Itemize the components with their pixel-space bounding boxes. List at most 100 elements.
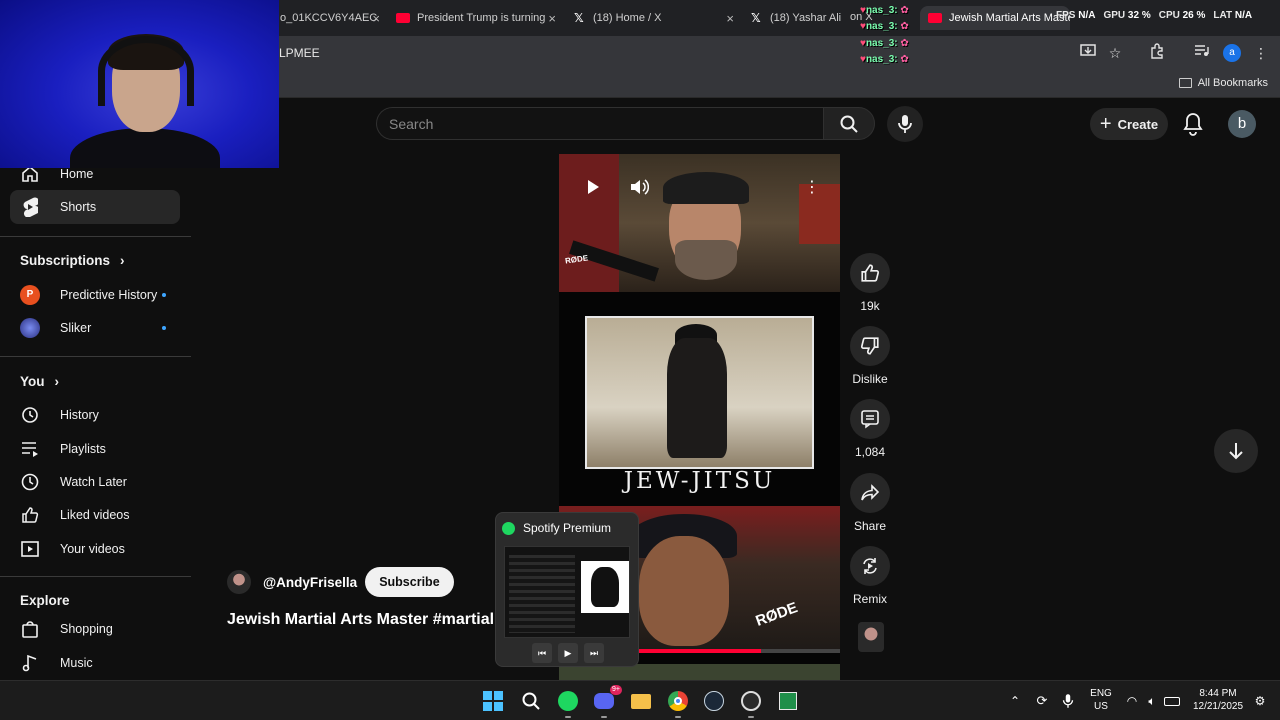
- date-label: 12/21/2025: [1192, 701, 1244, 712]
- thumbs-down-icon[interactable]: [850, 326, 890, 366]
- search-icon[interactable]: [519, 689, 543, 713]
- search-box[interactable]: [376, 107, 823, 140]
- browser-tab[interactable]: 𝕏 (18) Yashar Ali: [751, 6, 846, 30]
- notification-center-icon[interactable]: ⚙: [1248, 689, 1272, 713]
- install-app-icon[interactable]: [1078, 43, 1098, 63]
- sidebar-item-shopping[interactable]: Shopping: [10, 612, 180, 646]
- battery-icon[interactable]: [1160, 689, 1184, 713]
- channel-avatar: P: [20, 285, 40, 305]
- sidebar-item-playlists[interactable]: Playlists: [10, 432, 180, 466]
- play-icon[interactable]: [586, 179, 600, 200]
- language-indicator[interactable]: ENG US: [1086, 687, 1116, 713]
- subscribe-button[interactable]: Subscribe: [365, 567, 454, 597]
- dislike-action[interactable]: Dislike: [850, 326, 890, 386]
- sidebar-item-liked-videos[interactable]: Liked videos: [10, 498, 180, 532]
- window-thumbnail[interactable]: [504, 546, 630, 638]
- sidebar-item-channel[interactable]: P Predictive History: [10, 278, 180, 312]
- sidebar-item-music[interactable]: Music: [10, 646, 180, 680]
- stat-value: N/A: [1234, 10, 1253, 21]
- sidebar-item-history[interactable]: History: [10, 398, 180, 432]
- like-count: 19k: [860, 299, 880, 313]
- spotify-icon: [502, 521, 515, 535]
- voice-search-button[interactable]: [887, 106, 923, 142]
- channel-avatar[interactable]: [227, 570, 251, 594]
- all-bookmarks-button[interactable]: All Bookmarks: [1178, 77, 1268, 89]
- notifications-bell-icon[interactable]: [1182, 112, 1204, 136]
- app-icon[interactable]: [776, 689, 800, 713]
- file-explorer-icon[interactable]: [629, 689, 653, 713]
- your-videos-icon: [20, 539, 40, 559]
- sidebar-item-channel[interactable]: Sliker: [10, 311, 180, 345]
- play-icon[interactable]: ▶: [558, 643, 578, 663]
- browser-tab[interactable]: President Trump is turning ×: [396, 6, 556, 30]
- profile-avatar[interactable]: a: [1222, 43, 1242, 63]
- comments-action[interactable]: 1,084: [850, 399, 890, 459]
- like-action[interactable]: 19k: [850, 253, 890, 313]
- folder-icon: [1178, 78, 1192, 88]
- shorts-icon: [20, 197, 40, 217]
- sidebar-item-label: Watch Later: [60, 475, 127, 489]
- subscriptions-header[interactable]: Subscriptions ›: [20, 253, 125, 268]
- remix-icon[interactable]: [850, 546, 890, 586]
- remix-action[interactable]: Remix: [850, 546, 890, 606]
- you-header[interactable]: You ›: [20, 374, 59, 389]
- dislike-label: Dislike: [852, 372, 888, 386]
- close-icon[interactable]: ×: [726, 11, 734, 26]
- sound-source-thumbnail[interactable]: [858, 622, 884, 652]
- spotify-icon[interactable]: [556, 689, 580, 718]
- previous-track-icon[interactable]: ⏮: [532, 643, 552, 663]
- discord-icon[interactable]: 9+: [592, 685, 622, 718]
- search-button[interactable]: [823, 107, 875, 140]
- sidebar-item-your-videos[interactable]: Your videos: [10, 532, 180, 566]
- time-label: 8:44 PM: [1199, 688, 1237, 699]
- start-windows-icon[interactable]: [481, 689, 505, 713]
- tab-label: (18) Yashar Ali: [770, 12, 842, 24]
- clock[interactable]: 8:44 PM 12/21/2025: [1188, 687, 1248, 713]
- browser-tab[interactable]: 𝕏 (18) Home / X ×: [574, 6, 734, 30]
- sync-icon[interactable]: ⟳: [1030, 689, 1054, 713]
- account-avatar[interactable]: b: [1228, 110, 1256, 138]
- channel-avatar: [20, 318, 40, 338]
- browser-tab[interactable]: o_01KCCV6Y4AEC ×: [280, 6, 380, 30]
- emoji-icon: ✿: [900, 21, 909, 33]
- close-icon[interactable]: ×: [548, 11, 556, 26]
- steam-icon[interactable]: [702, 689, 726, 713]
- emoji-icon: ✿: [900, 37, 909, 49]
- channel-handle[interactable]: @AndyFrisella: [263, 575, 357, 590]
- media-controls-icon[interactable]: [1192, 43, 1212, 63]
- create-button[interactable]: + Create: [1090, 108, 1168, 140]
- stream-chat-overlay: ♥nas_3: ✿ ♥nas_3: ✿ ♥nas_3: ✿ ♥nas_3: ✿: [860, 3, 909, 68]
- volume-icon[interactable]: [629, 178, 650, 196]
- thumbs-up-icon[interactable]: [850, 253, 890, 293]
- browser-tab-active[interactable]: Jewish Martial Arts Maste: [920, 6, 1070, 30]
- close-icon[interactable]: ×: [372, 11, 380, 26]
- sidebar-item-watch-later[interactable]: Watch Later: [10, 465, 180, 499]
- chevron-up-icon[interactable]: ⌃: [1003, 689, 1027, 713]
- stat-gpu: GPU 32 %: [1103, 10, 1150, 21]
- url-text[interactable]: LPMEE: [279, 46, 320, 60]
- tab-label: (18) Home / X: [593, 12, 662, 24]
- sidebar-item-shorts[interactable]: Shorts: [10, 190, 180, 224]
- extensions-icon[interactable]: [1147, 43, 1167, 63]
- tab-label: Jewish Martial Arts Maste: [949, 12, 1070, 24]
- bookmark-star-icon[interactable]: ☆: [1105, 43, 1125, 63]
- webcam-overlay: [0, 0, 279, 168]
- youtube-icon: [396, 13, 410, 23]
- share-arrow-icon[interactable]: [850, 473, 890, 513]
- next-track-icon[interactable]: ⏭: [584, 643, 604, 663]
- more-options-icon[interactable]: ⋮: [804, 177, 820, 197]
- spotify-taskbar-preview[interactable]: Spotify Premium ⏮ ▶ ⏭: [495, 512, 639, 667]
- obs-icon[interactable]: [739, 689, 763, 718]
- stat-cpu: CPU 26 %: [1159, 10, 1206, 21]
- sidebar-item-label: Shopping: [60, 622, 113, 636]
- microphone-icon[interactable]: [1056, 689, 1080, 713]
- chrome-icon[interactable]: [666, 689, 690, 718]
- video-title[interactable]: Jewish Martial Arts Master #martial: [227, 611, 495, 629]
- search-input[interactable]: [377, 108, 823, 139]
- share-action[interactable]: Share: [850, 473, 890, 533]
- next-short-button[interactable]: [1214, 429, 1258, 473]
- chevron-right-icon: ›: [54, 374, 60, 389]
- comment-icon[interactable]: [850, 399, 890, 439]
- music-note-icon: [20, 653, 40, 673]
- kebab-menu-icon[interactable]: ⋮: [1251, 43, 1271, 63]
